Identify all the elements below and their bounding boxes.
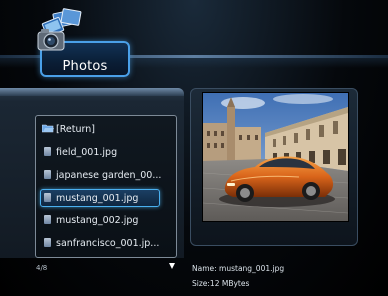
return-folder-icon [42, 124, 54, 133]
image-file-icon [44, 193, 51, 202]
list-item[interactable]: mustang_002.jpg [41, 212, 167, 230]
image-file-icon [44, 215, 51, 224]
photos-camera-icon [37, 8, 82, 51]
file-name-info: Name: mustang_001.jpg [192, 264, 285, 273]
page-down-arrow-icon[interactable] [169, 263, 175, 269]
list-item[interactable]: sanfrancisco_001.jp... [41, 235, 167, 253]
photo-preview-image [202, 92, 349, 222]
file-panel-top-edge [0, 88, 184, 96]
camera-icon [37, 29, 65, 51]
list-item-label: [Return] [56, 124, 95, 135]
file-size-info: Size:12 MBytes [192, 279, 250, 288]
image-file-icon [44, 238, 51, 247]
list-item-label: japanese garden_00... [56, 170, 162, 181]
list-item-selected[interactable]: mustang_001.jpg [40, 189, 160, 207]
image-file-icon [44, 147, 51, 156]
list-item[interactable]: field_001.jpg [41, 144, 167, 162]
list-item-label: sanfrancisco_001.jp... [56, 238, 160, 249]
list-item-label: field_001.jpg [56, 147, 118, 158]
page-counter: 4/8 [36, 264, 48, 272]
list-item-label: mustang_001.jpg [56, 193, 139, 204]
list-item-label: mustang_002.jpg [56, 215, 139, 226]
list-item[interactable]: japanese garden_00... [41, 167, 167, 185]
image-file-icon [44, 170, 51, 179]
file-list[interactable]: [Return] field_001.jpg japanese garden_0… [35, 115, 177, 258]
photos-tab-label: Photos [62, 59, 108, 74]
media-player-screen: Photos [Return] field_001.jpg japanese g… [0, 0, 388, 296]
list-item-return[interactable]: [Return] [41, 121, 167, 139]
